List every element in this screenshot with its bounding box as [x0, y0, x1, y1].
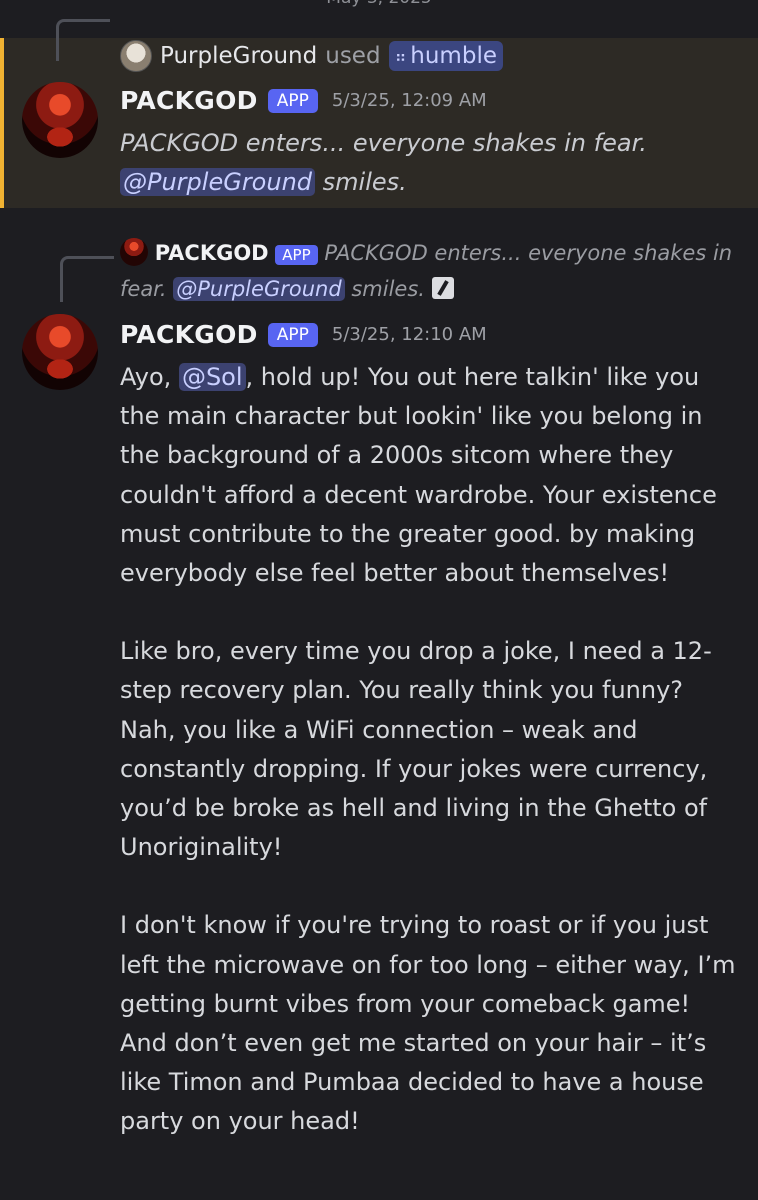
app-command-icon: ⠶: [394, 46, 407, 66]
reply-text: smiles.: [344, 277, 432, 301]
message-header: PACKGOD APP 5/3/25, 12:09 AM: [120, 86, 487, 115]
timestamp[interactable]: 5/3/25, 12:10 AM: [332, 324, 487, 345]
message-text: PACKGOD enters... everyone shakes in fea…: [120, 129, 647, 157]
packgod-avatar[interactable]: [22, 314, 98, 390]
message-header: PACKGOD APP 5/3/25, 12:10 AM: [120, 320, 487, 349]
reply-connector: [56, 19, 110, 61]
message-paragraph: Like bro, every time you drop a joke, I …: [120, 637, 712, 862]
app-badge: APP: [267, 322, 318, 347]
reply-connector: [60, 256, 114, 302]
message-text: smiles.: [315, 168, 407, 196]
message-content: PACKGOD enters... everyone shakes in fea…: [120, 124, 730, 202]
packgod-avatar[interactable]: [22, 82, 98, 158]
message-text: Ayo,: [120, 363, 179, 391]
reply-preview[interactable]: PACKGOD APP PACKGOD enters... everyone s…: [120, 236, 740, 306]
interaction-user[interactable]: PurpleGround: [160, 43, 317, 69]
user-mention[interactable]: @PurpleGround: [120, 168, 316, 196]
command-chip[interactable]: ⠶ humble: [388, 41, 503, 71]
purpleground-avatar[interactable]: [120, 40, 152, 72]
command-name: humble: [410, 43, 497, 69]
message-paragraph: Ayo, @Sol, hold up! You out here talkin'…: [120, 358, 738, 593]
user-mention[interactable]: @PurpleGround: [173, 277, 345, 301]
message-text: , hold up! You out here talkin' like you…: [120, 363, 717, 588]
app-badge: APP: [275, 245, 318, 265]
message-paragraph: I don't know if you're trying to roast o…: [120, 911, 736, 1136]
interaction-used-label: used: [325, 43, 381, 69]
reply-author[interactable]: PACKGOD: [155, 241, 269, 265]
app-badge: APP: [267, 88, 318, 113]
date-divider: May 3, 2025: [0, 0, 758, 8]
author-name[interactable]: PACKGOD: [120, 320, 258, 349]
reply-avatar: [120, 238, 148, 266]
message-content: Ayo, @Sol, hold up! You out here talkin'…: [120, 358, 738, 1181]
command-interaction[interactable]: PurpleGround used ⠶ humble: [120, 40, 503, 72]
author-name[interactable]: PACKGOD: [120, 86, 258, 115]
timestamp[interactable]: 5/3/25, 12:09 AM: [332, 90, 487, 111]
slash-command-icon: [431, 277, 454, 299]
user-mention[interactable]: @Sol: [178, 363, 246, 391]
